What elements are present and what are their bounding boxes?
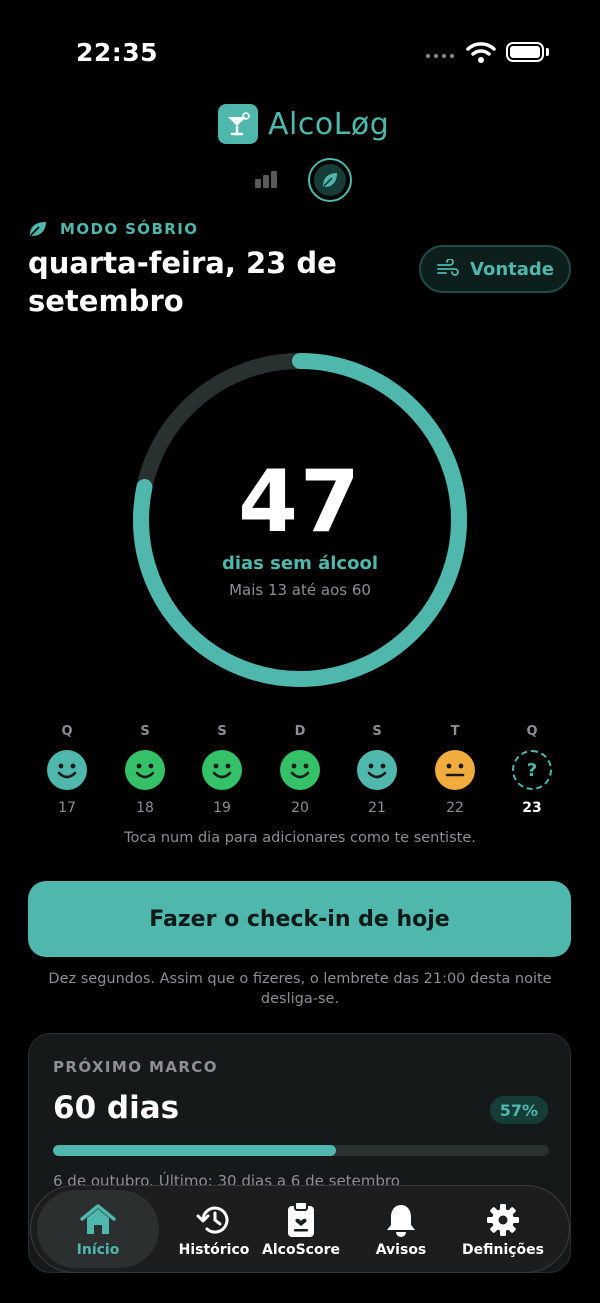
cellular-signal-icon (426, 54, 454, 58)
app-name: AlcoLøg (268, 106, 390, 142)
tab-alerts[interactable]: Avisos (353, 1190, 449, 1268)
milestone-progress-bar (53, 1145, 549, 1156)
tracking-mode-bars-icon[interactable] (255, 170, 277, 188)
smile-face-icon (125, 750, 165, 790)
week-mood-strip: Q 17 S 18 S 19 D 20 S 21 T 22 Q ? 23 (28, 724, 572, 824)
urge-button[interactable]: Vontade (419, 245, 571, 293)
day-item-today[interactable]: Q ? 23 (502, 724, 562, 816)
week-hint: Toca num dia para adicionares como te se… (124, 830, 476, 846)
leaf-icon (314, 164, 346, 196)
neutral-face-icon (435, 750, 475, 790)
unknown-mood-icon: ? (512, 750, 552, 790)
day-item[interactable]: T 22 (425, 724, 485, 816)
page-title-date: quarta-feira, 23 de setembro (28, 246, 337, 318)
tab-bar: Início Histórico AlcoScore Avisos Defini… (30, 1185, 570, 1273)
milestone-value: 60 dias (53, 1090, 180, 1126)
status-time: 22:35 (76, 38, 159, 67)
smile-face-icon (47, 750, 87, 790)
screen: 22:35 AlcoLøg MODO SÓBRIO quarta-feira, … (0, 0, 600, 1303)
bell-icon (384, 1201, 418, 1239)
smile-face-icon (280, 750, 320, 790)
day-item[interactable]: S 19 (192, 724, 252, 816)
tab-history[interactable]: Histórico (163, 1190, 265, 1268)
checkin-note: Dez segundos. Assim que o fizeres, o lem… (48, 971, 552, 1007)
milestone-label: PRÓXIMO MARCO (53, 1058, 218, 1076)
day-item[interactable]: S 18 (115, 724, 175, 816)
sober-days-count: 47 (238, 452, 362, 552)
day-item[interactable]: S 21 (347, 724, 407, 816)
history-icon (195, 1201, 233, 1239)
sober-days-label: dias sem álcool (221, 553, 378, 574)
sober-mode-label: MODO SÓBRIO (28, 220, 198, 238)
app-logo: AlcoLøg (218, 104, 389, 144)
leaf-icon (30, 222, 46, 236)
wifi-icon (466, 42, 496, 63)
battery-icon (506, 42, 544, 62)
checkin-button[interactable]: Fazer o check-in de hoje (28, 881, 571, 957)
home-icon (79, 1201, 117, 1239)
tab-settings[interactable]: Definições (453, 1190, 553, 1268)
smile-face-icon (202, 750, 242, 790)
gear-icon (485, 1201, 521, 1239)
clipboard-heart-icon (285, 1200, 317, 1239)
mode-switch (255, 158, 360, 206)
tab-alcoscore[interactable]: AlcoScore (253, 1190, 349, 1268)
sober-mode-leaf-button[interactable] (308, 158, 352, 202)
smile-face-icon (357, 750, 397, 790)
milestone-percent-badge: 57% (489, 1096, 548, 1124)
milestone-progress-fill (53, 1145, 336, 1156)
next-milestone-hint: Mais 13 até aos 60 (229, 581, 371, 599)
day-item[interactable]: D 20 (270, 724, 330, 816)
day-item[interactable]: Q 17 (37, 724, 97, 816)
tab-home[interactable]: Início (37, 1190, 159, 1268)
cocktail-glass-icon (218, 104, 258, 144)
wind-icon (437, 259, 459, 276)
